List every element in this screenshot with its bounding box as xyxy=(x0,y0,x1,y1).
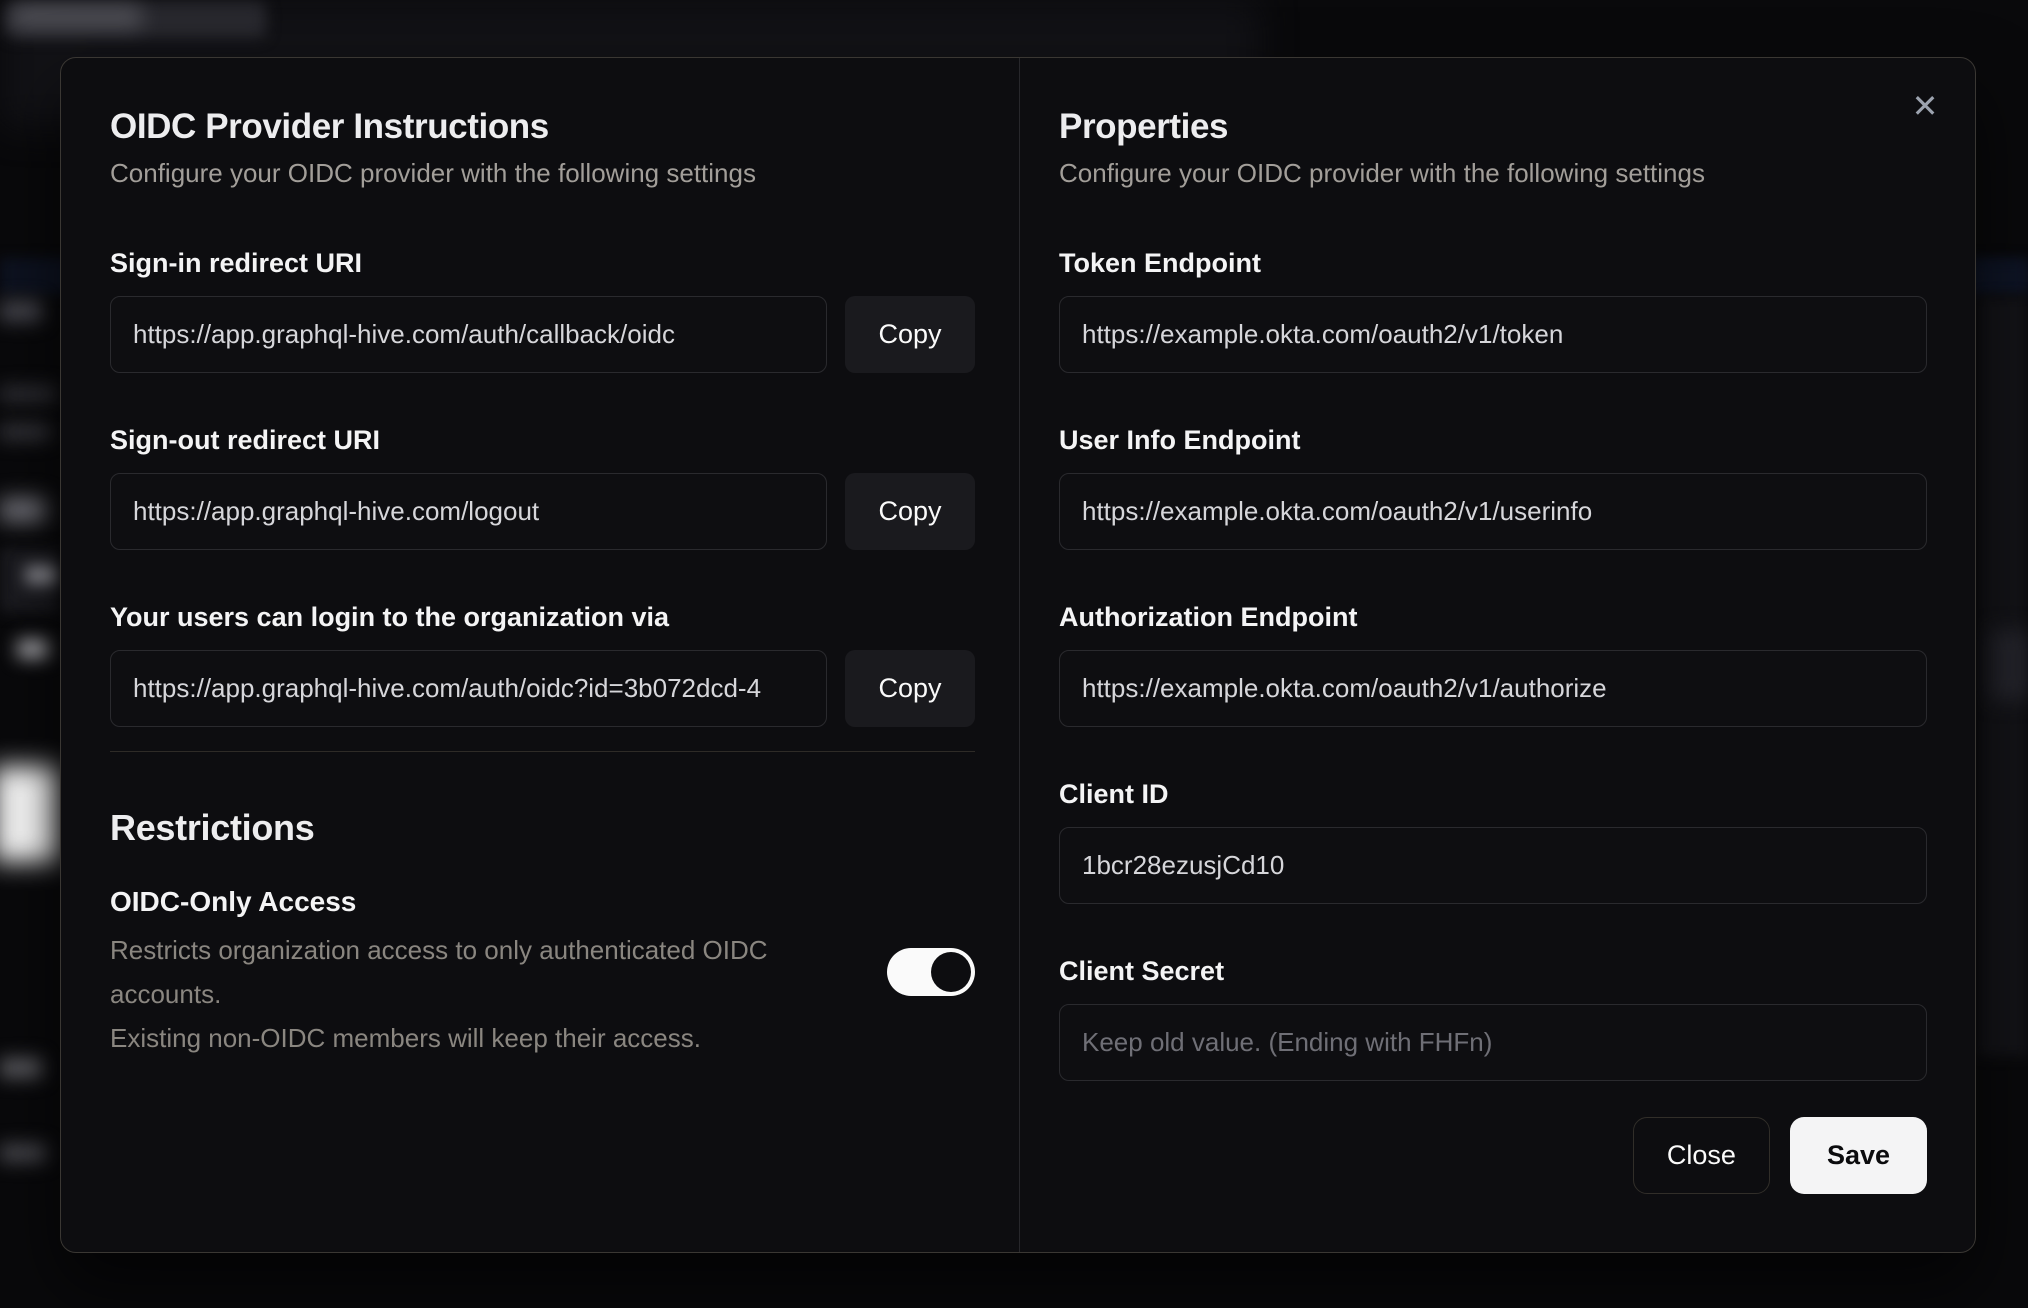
properties-subtitle: Configure your OIDC provider with the fo… xyxy=(1059,158,1705,188)
copy-sign-out-button[interactable]: Copy xyxy=(845,473,975,550)
authorization-endpoint-row xyxy=(1059,650,1927,727)
authorization-endpoint-label: Authorization Endpoint xyxy=(1059,602,1358,632)
instructions-title: OIDC Provider Instructions xyxy=(110,107,549,146)
restrictions-title: Restrictions xyxy=(110,807,315,848)
background-smudge xyxy=(0,300,42,322)
copy-sign-in-button[interactable]: Copy xyxy=(845,296,975,373)
sign-out-redirect-row: Copy xyxy=(110,473,975,550)
instructions-subtitle: Configure your OIDC provider with the fo… xyxy=(110,158,756,188)
background-smudge xyxy=(0,424,50,440)
client-id-label: Client ID xyxy=(1059,779,1169,809)
close-button[interactable]: Close xyxy=(1632,1117,1770,1194)
login-url-input[interactable] xyxy=(110,650,827,727)
save-button[interactable]: Save xyxy=(1789,1117,1927,1194)
token-endpoint-input[interactable] xyxy=(1059,296,1927,373)
sign-out-redirect-input[interactable] xyxy=(110,473,827,550)
client-secret-label: Client Secret xyxy=(1059,956,1225,986)
client-secret-input[interactable] xyxy=(1059,1004,1927,1081)
description-line-2: Existing non-OIDC members will keep thei… xyxy=(110,1023,701,1053)
oidc-only-access-toggle[interactable] xyxy=(887,948,975,996)
background-smudge xyxy=(0,1144,46,1162)
background-white-button-blur xyxy=(0,766,58,862)
background-smudge xyxy=(0,498,46,522)
close-icon[interactable]: ✕ xyxy=(1905,86,1945,126)
background-band-blur xyxy=(1978,262,2028,292)
dialog-actions: Close Save xyxy=(1059,1117,1927,1194)
token-endpoint-label: Token Endpoint xyxy=(1059,248,1261,278)
sign-in-redirect-input[interactable] xyxy=(110,296,827,373)
properties-column: ✕ Properties Configure your OIDC provide… xyxy=(1020,58,1975,1252)
oidc-only-access-label: OIDC-Only Access xyxy=(110,886,357,917)
background-smudge xyxy=(0,1058,42,1078)
background-topbar-blur xyxy=(6,2,266,38)
user-info-endpoint-input[interactable] xyxy=(1059,473,1927,550)
oidc-only-access-description: Restricts organization access to only au… xyxy=(110,928,850,1060)
sign-in-redirect-label: Sign-in redirect URI xyxy=(110,248,363,278)
toggle-knob xyxy=(931,952,971,992)
description-line-1: Restricts organization access to only au… xyxy=(110,935,768,1009)
background-smudge xyxy=(18,640,48,658)
login-url-row: Copy xyxy=(110,650,975,727)
login-url-label: Your users can login to the organization… xyxy=(110,602,670,632)
oidc-only-access-row: OIDC-Only Access Restricts organization … xyxy=(110,884,975,1060)
background-smudge xyxy=(26,566,56,584)
background-card-blur xyxy=(0,548,58,612)
background-topbar-text-blur xyxy=(12,6,142,28)
background-smudge xyxy=(1990,630,2028,700)
token-endpoint-row xyxy=(1059,296,1927,373)
user-info-endpoint-row xyxy=(1059,473,1927,550)
client-id-input[interactable] xyxy=(1059,827,1927,904)
client-id-row xyxy=(1059,827,1927,904)
background-smudge xyxy=(0,386,56,402)
authorization-endpoint-input[interactable] xyxy=(1059,650,1927,727)
user-info-endpoint-label: User Info Endpoint xyxy=(1059,425,1301,455)
copy-login-url-button[interactable]: Copy xyxy=(845,650,975,727)
oidc-settings-dialog: OIDC Provider Instructions Configure you… xyxy=(60,57,1976,1253)
client-secret-row xyxy=(1059,1004,1927,1081)
sign-in-redirect-row: Copy xyxy=(110,296,975,373)
section-divider xyxy=(110,751,975,752)
instructions-column: OIDC Provider Instructions Configure you… xyxy=(61,58,1020,1252)
properties-title: Properties xyxy=(1059,107,1229,146)
oidc-only-access-texts: OIDC-Only Access Restricts organization … xyxy=(110,884,850,1060)
sign-out-redirect-label: Sign-out redirect URI xyxy=(110,425,381,455)
background-panel-blur xyxy=(1978,296,2028,1056)
